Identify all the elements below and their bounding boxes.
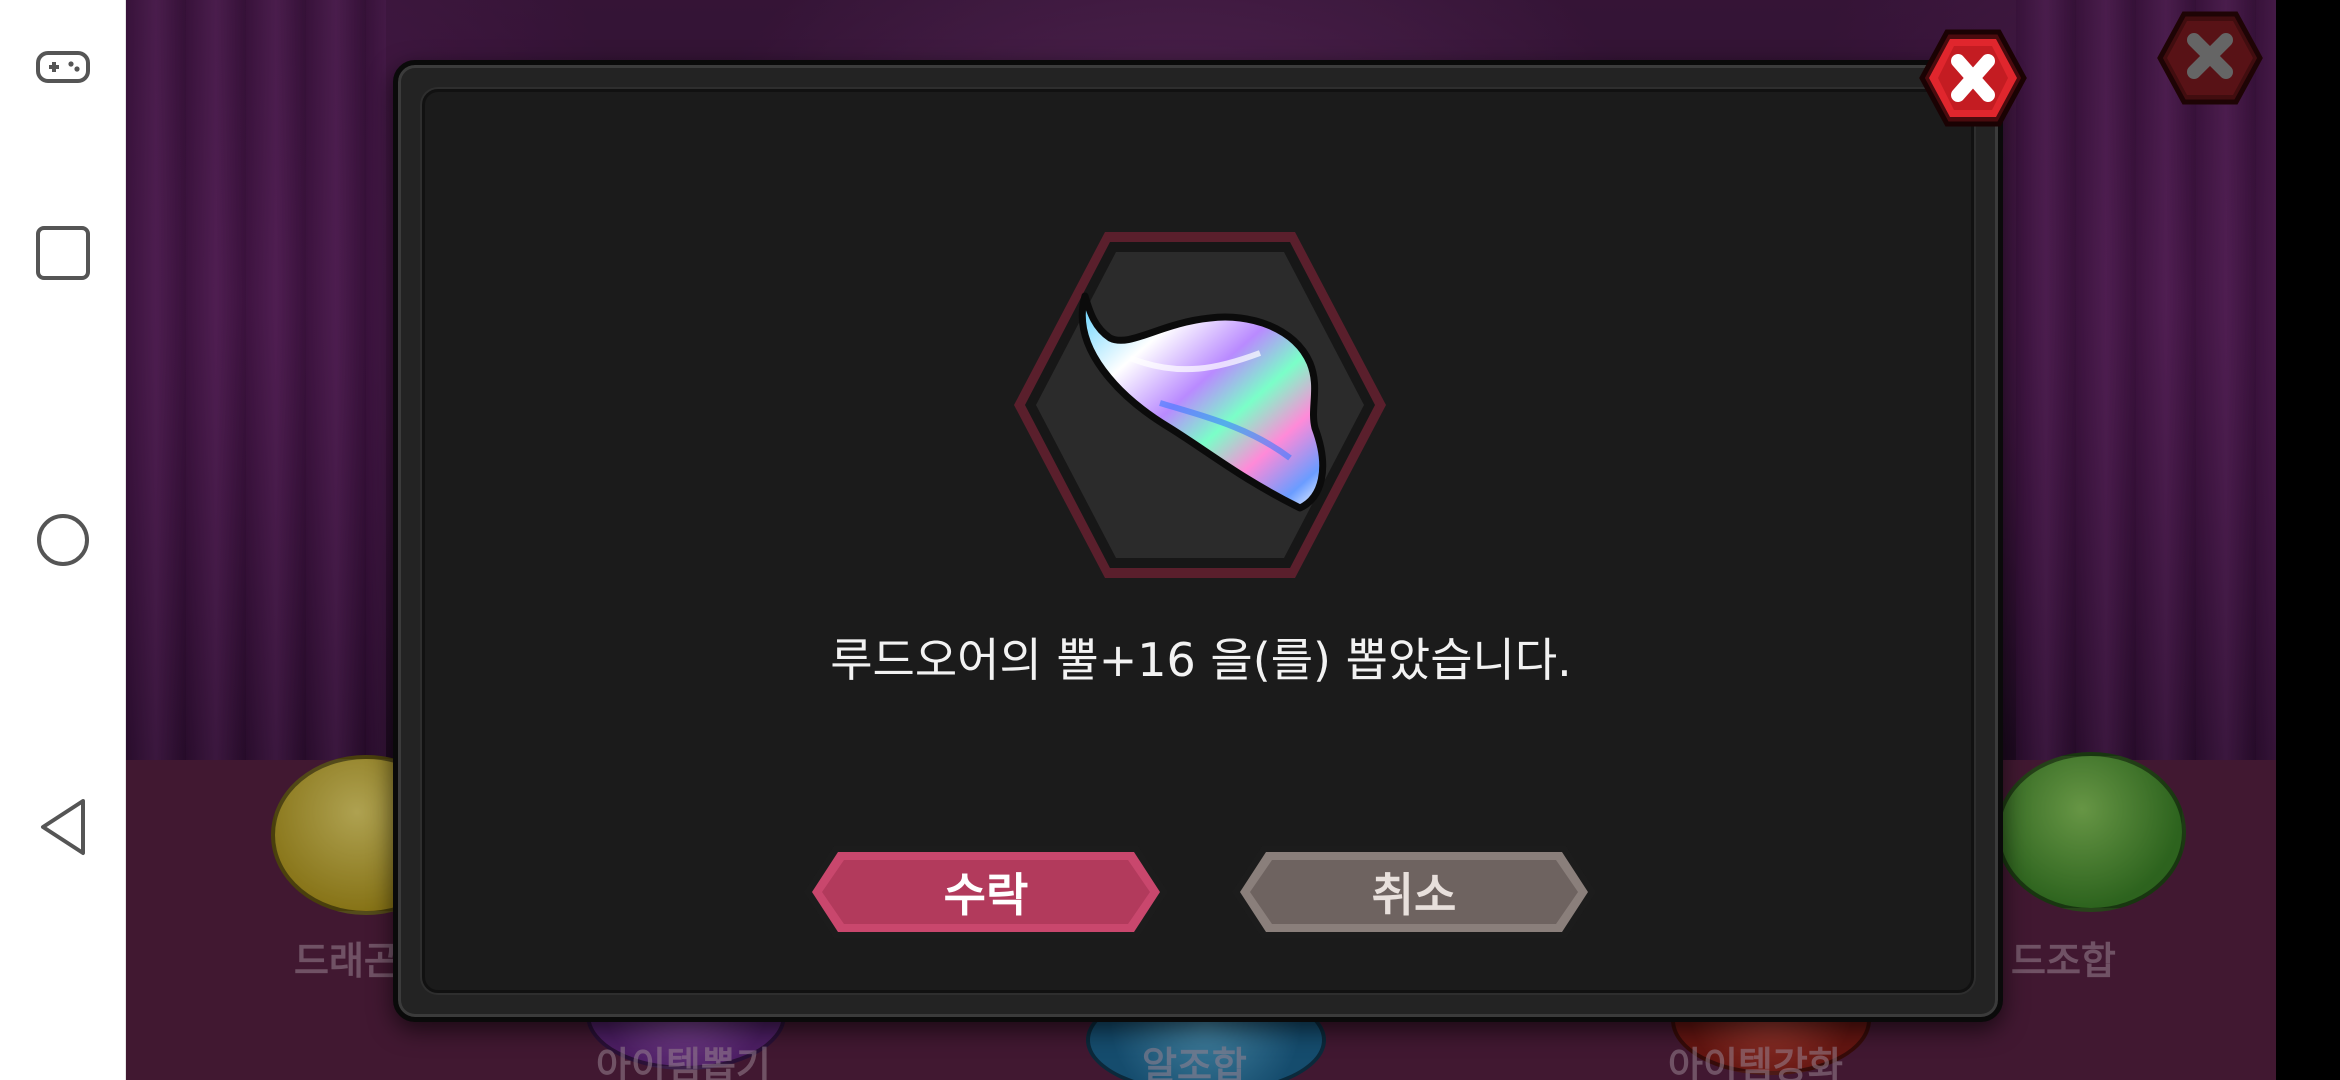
system-navigation-bar xyxy=(0,0,126,1080)
reward-message: 루드오어의 뿔+16 을(를) 뽑았습니다. xyxy=(830,633,1572,687)
gamepad-icon[interactable] xyxy=(23,27,103,107)
accept-button[interactable]: 수락 xyxy=(800,842,1172,942)
cancel-button[interactable]: 취소 xyxy=(1228,842,1600,942)
dialog-close-icon[interactable] xyxy=(1918,28,2028,128)
item-hexagon-frame xyxy=(1010,228,1390,582)
cancel-button-label: 취소 xyxy=(1371,868,1457,922)
home-circle-icon[interactable] xyxy=(23,500,103,580)
back-triangle-icon[interactable] xyxy=(23,787,103,867)
accept-button-label: 수락 xyxy=(943,868,1029,922)
recents-square-icon[interactable] xyxy=(23,213,103,293)
